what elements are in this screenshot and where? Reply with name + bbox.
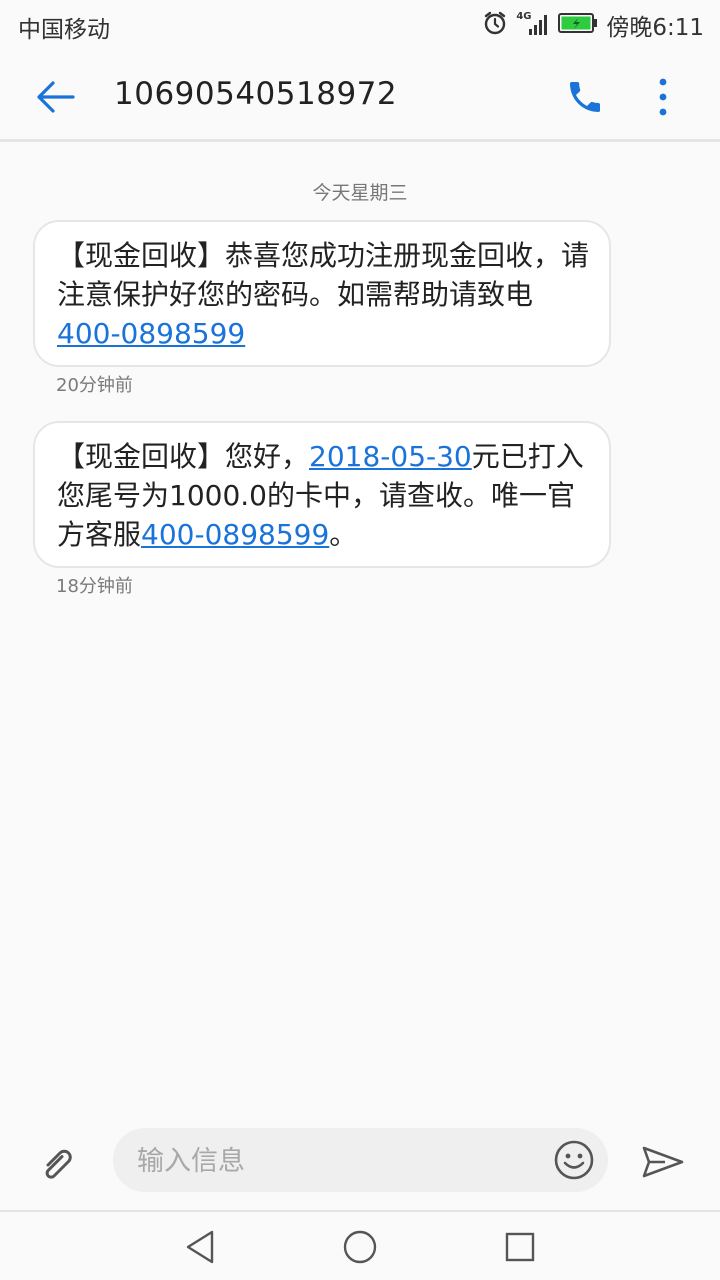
contact-number: 10690540518972 [114, 76, 398, 112]
paperclip-icon [45, 1149, 72, 1179]
phone-icon [570, 82, 600, 112]
nav-recents-icon [505, 1232, 535, 1262]
signal-icon: 4G [516, 11, 550, 39]
emoji-icon [554, 1140, 594, 1180]
back-button[interactable] [28, 72, 82, 122]
date-separator: 今天星期三 [312, 182, 408, 204]
message-text: 【现金回收】您好， [57, 440, 310, 473]
date-link[interactable]: 2018-05-30 [309, 440, 472, 473]
nav-recents-button[interactable] [498, 1225, 542, 1269]
status-time: 傍晚6:11 [606, 15, 704, 41]
message-bubble[interactable]: 【现金回收】恭喜您成功注册现金回收，请注意保护好您的密码。如需帮助请致电 400-… [33, 220, 611, 367]
message-input[interactable] [135, 1136, 539, 1186]
message-bubble[interactable]: 【现金回收】您好，2018-05-30元已打入您尾号为1000.0的卡中，请查收… [33, 421, 611, 568]
call-button[interactable] [560, 72, 610, 122]
system-nav-bar [0, 1210, 720, 1280]
attach-button[interactable] [30, 1135, 86, 1191]
carrier-name: 中国移动 [18, 17, 110, 43]
phone-link[interactable]: 400-0898599 [57, 317, 245, 350]
more-options-button[interactable] [640, 72, 686, 122]
battery-icon [558, 12, 598, 38]
emoji-button[interactable] [550, 1136, 598, 1184]
message-text: 。 [329, 518, 358, 551]
phone-link[interactable]: 400-0898599 [141, 518, 329, 551]
message-timestamp: 20分钟前 [56, 375, 133, 396]
message-composer [0, 1115, 720, 1210]
more-vertical-icon [659, 78, 667, 116]
status-bar: 中国移动 4G 傍晚6:11 [0, 0, 720, 50]
status-icons: 4G 傍晚6:11 [482, 8, 704, 42]
nav-home-button[interactable] [338, 1225, 382, 1269]
message-timestamp: 18分钟前 [56, 576, 133, 597]
nav-back-icon [186, 1230, 214, 1264]
send-icon [642, 1146, 684, 1178]
nav-home-icon [343, 1230, 377, 1264]
alarm-icon [482, 10, 508, 40]
send-button[interactable] [636, 1139, 690, 1185]
back-arrow-icon [37, 81, 75, 113]
message-text: 【现金回收】恭喜您成功注册现金回收，请注意保护好您的密码。如需帮助请致电 [57, 239, 590, 311]
nav-back-button[interactable] [178, 1225, 222, 1269]
message-input-container [113, 1128, 608, 1192]
conversation-header: 10690540518972 [0, 50, 720, 142]
